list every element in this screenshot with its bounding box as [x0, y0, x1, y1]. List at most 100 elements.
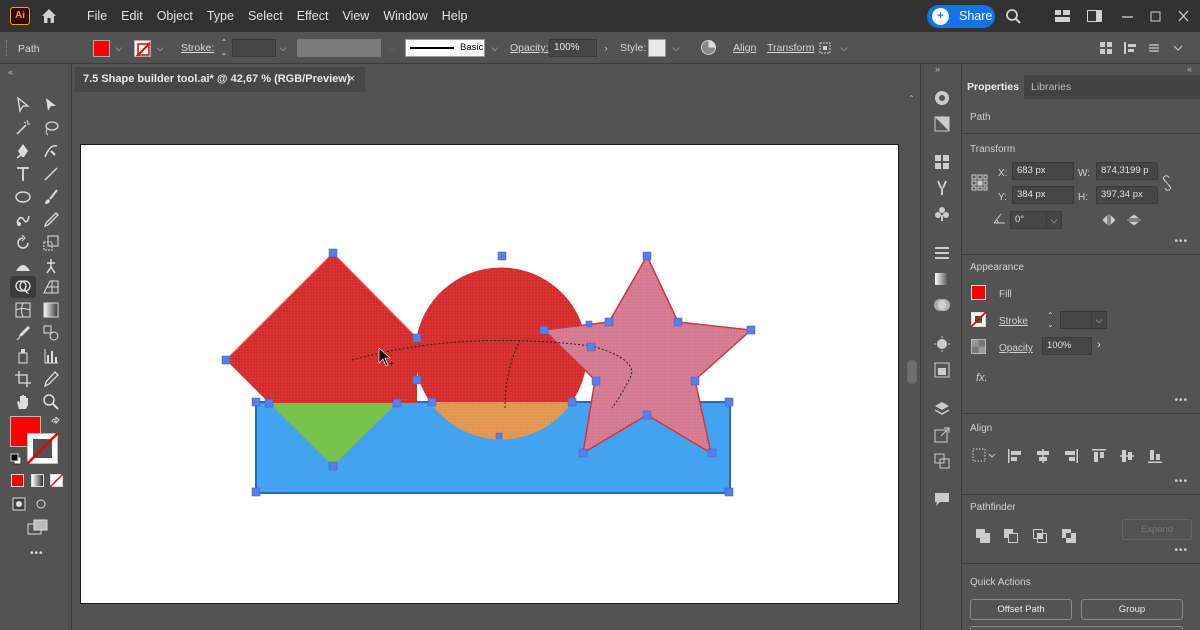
- layers-icon[interactable]: [933, 400, 951, 418]
- graphic-style-swatch[interactable]: [648, 39, 666, 57]
- ellipse-tool-icon[interactable]: [14, 188, 32, 206]
- restore-icon[interactable]: [1147, 8, 1164, 24]
- width-field[interactable]: 874,3199 p: [1096, 162, 1158, 180]
- stroke-color-dropdown[interactable]: ⌵: [154, 39, 166, 57]
- opacity-label[interactable]: Opacity:: [510, 42, 549, 54]
- menu-edit[interactable]: Edit: [114, 0, 150, 32]
- transform-link[interactable]: Transform: [767, 42, 814, 54]
- artboards-icon[interactable]: [933, 452, 951, 470]
- fill-dropdown[interactable]: ⌵: [113, 39, 125, 57]
- hand-tool-icon[interactable]: [14, 393, 32, 411]
- zoom-tool-icon[interactable]: [42, 393, 60, 411]
- brush-definition[interactable]: Basic: [405, 39, 485, 57]
- panel-options-icon[interactable]: [1146, 40, 1162, 56]
- rotate-field[interactable]: 0°: [1010, 211, 1048, 229]
- gradient-swatch-icon[interactable]: [933, 270, 951, 288]
- lasso-tool-icon[interactable]: [42, 119, 60, 137]
- home-icon[interactable]: [40, 7, 58, 25]
- stroke-panel-icon[interactable]: [933, 244, 951, 262]
- brushes-icon[interactable]: [933, 179, 951, 197]
- draw-mode-icon[interactable]: [12, 497, 26, 511]
- menu-select[interactable]: Select: [241, 0, 290, 32]
- stroke-weight-dropdown-icon[interactable]: ⌵: [1091, 311, 1107, 329]
- align-link[interactable]: Align: [733, 42, 756, 54]
- pathfinder-more-icon[interactable]: •••: [1174, 545, 1188, 556]
- profile-dropdown[interactable]: ⌵: [386, 39, 398, 57]
- appearance-stroke-none-icon[interactable]: [971, 312, 986, 327]
- stroke-weight-stepper[interactable]: ⌃ ⌄: [218, 38, 230, 57]
- align-to-selection-icon[interactable]: [1098, 40, 1114, 56]
- selection-tool-icon[interactable]: [14, 96, 32, 114]
- align-vertical-center-icon[interactable]: [1119, 448, 1135, 464]
- workspace-switcher-icon[interactable]: [1086, 8, 1103, 24]
- align-more-icon[interactable]: •••: [1174, 476, 1188, 487]
- opacity-arrow-icon[interactable]: ›: [1092, 337, 1106, 355]
- y-position-field[interactable]: 384 px: [1012, 186, 1074, 204]
- canvas-area[interactable]: +: [72, 92, 905, 630]
- opacity-label-link[interactable]: Opacity: [999, 343, 1033, 354]
- scrollbar-thumb[interactable]: [907, 360, 917, 384]
- close-document-icon[interactable]: ×: [349, 67, 355, 92]
- menu-type[interactable]: Type: [200, 0, 241, 32]
- line-segment-tool-icon[interactable]: [42, 165, 60, 183]
- slice-tool-icon[interactable]: [42, 370, 60, 388]
- pathfinder-intersect-icon[interactable]: [1032, 528, 1048, 544]
- shape-builder-tool-icon[interactable]: [14, 278, 32, 296]
- default-fill-stroke-icon[interactable]: [10, 453, 22, 465]
- rotate-tool-icon[interactable]: [14, 234, 32, 252]
- blend-tool-icon[interactable]: [42, 324, 60, 342]
- perspective-grid-tool-icon[interactable]: [42, 278, 60, 296]
- artboard-tool-icon[interactable]: [14, 370, 32, 388]
- recolor-artwork-icon[interactable]: [700, 39, 717, 56]
- align-top-icon[interactable]: [1091, 448, 1107, 464]
- rotate-dropdown-icon[interactable]: ⌵: [1046, 211, 1062, 229]
- pathfinder-minus-front-icon[interactable]: [1003, 528, 1019, 544]
- isolate-selected-icon[interactable]: [817, 40, 833, 56]
- magic-wand-tool-icon[interactable]: [14, 119, 32, 137]
- paintbrush-tool-icon[interactable]: [42, 188, 60, 206]
- appearance-more-icon[interactable]: •••: [1174, 395, 1188, 406]
- stroke-weight-stepper-panel[interactable]: ⌃ ⌄: [1047, 311, 1057, 329]
- expand-dock-icon[interactable]: »: [935, 64, 940, 74]
- puppet-warp-tool-icon[interactable]: [42, 257, 60, 275]
- search-icon[interactable]: [1005, 8, 1022, 24]
- stroke-swatch-none[interactable]: [134, 40, 151, 57]
- width-tool-icon[interactable]: [14, 257, 32, 275]
- height-field[interactable]: 397,34 px: [1096, 186, 1158, 204]
- symbol-sprayer-tool-icon[interactable]: [14, 347, 32, 365]
- style-dropdown[interactable]: ⌵: [670, 39, 682, 57]
- align-bottom-icon[interactable]: [1147, 448, 1163, 464]
- scroll-up-icon[interactable]: ⌃: [908, 94, 915, 103]
- export-icon[interactable]: [933, 426, 951, 444]
- scale-tool-icon[interactable]: [42, 234, 60, 252]
- stroke-label-link[interactable]: Stroke: [999, 316, 1028, 327]
- fill-swatch[interactable]: [93, 40, 110, 57]
- menu-object[interactable]: Object: [150, 0, 200, 32]
- draw-behind-icon[interactable]: [34, 497, 48, 511]
- opacity-input[interactable]: 100%: [549, 39, 597, 57]
- align-to-icon[interactable]: [972, 448, 996, 464]
- align-right-icon[interactable]: [1063, 448, 1079, 464]
- curvature-tool-icon[interactable]: [42, 142, 60, 160]
- menu-view[interactable]: View: [335, 0, 376, 32]
- collapse-panel-icon[interactable]: «: [1187, 64, 1192, 74]
- vertical-scrollbar[interactable]: ⌃: [905, 92, 920, 630]
- menu-help[interactable]: Help: [435, 0, 475, 32]
- expand-button[interactable]: Expand: [1122, 519, 1192, 540]
- change-screen-mode-icon[interactable]: [27, 519, 49, 537]
- distribute-icon[interactable]: [1122, 40, 1138, 56]
- comments-icon[interactable]: [933, 490, 951, 508]
- minimize-icon[interactable]: [1119, 8, 1136, 24]
- direct-selection-tool-icon[interactable]: [42, 96, 60, 114]
- eyedropper-tool-icon[interactable]: [14, 324, 32, 342]
- symbols-icon[interactable]: [933, 205, 951, 223]
- variable-width-profile[interactable]: [297, 39, 381, 57]
- type-tool-icon[interactable]: [14, 165, 32, 183]
- column-graph-tool-icon[interactable]: [42, 347, 60, 365]
- isolate-dropdown[interactable]: ⌵: [838, 39, 850, 57]
- align-horizontal-center-icon[interactable]: [1035, 448, 1051, 464]
- brush-dropdown[interactable]: ⌵: [489, 39, 501, 57]
- appearance-fill-swatch[interactable]: [971, 285, 986, 300]
- appearance-icon[interactable]: [933, 335, 951, 353]
- document-tab[interactable]: 7.5 Shape builder tool.ai* @ 42,67 % (RG…: [75, 67, 365, 92]
